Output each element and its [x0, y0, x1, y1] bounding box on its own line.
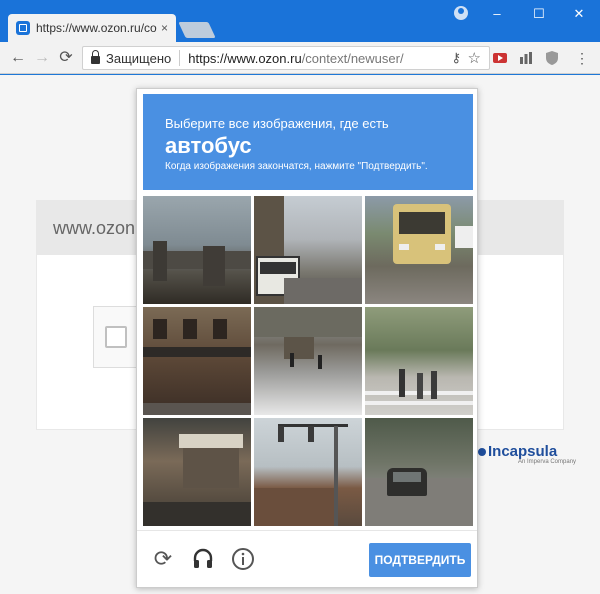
captcha-instruction: Выберите все изображения, где есть	[165, 116, 389, 131]
tab-close-icon[interactable]: ×	[161, 21, 168, 35]
window-titlebar: https://www.ozon.ru/context × – ☐ ✕	[0, 0, 600, 42]
captcha-header: Выберите все изображения, где есть автоб…	[143, 94, 473, 190]
captcha-note: Когда изображения закончатся, нажмите "П…	[165, 161, 428, 172]
captcha-footer: ⟳ ПОДТВЕРДИТЬ	[137, 530, 477, 588]
secure-label: Защищено	[106, 50, 172, 66]
audio-challenge-icon[interactable]	[191, 547, 215, 571]
extension-shield-icon[interactable]	[544, 50, 560, 66]
info-icon[interactable]	[231, 547, 255, 571]
extension-video-icon[interactable]	[492, 50, 508, 66]
captcha-image-grid	[143, 196, 473, 526]
maximize-button[interactable]: ☐	[524, 6, 554, 22]
reload-challenge-icon[interactable]: ⟳	[151, 547, 175, 571]
extension-stats-icon[interactable]	[518, 50, 534, 66]
captcha-tile-5[interactable]	[254, 307, 362, 415]
new-tab-button[interactable]	[178, 22, 216, 38]
back-icon[interactable]: ←	[8, 48, 28, 68]
favicon-icon	[16, 21, 30, 35]
captcha-tile-2[interactable]	[254, 196, 362, 304]
tab-title: https://www.ozon.ru/context	[36, 21, 157, 35]
minimize-button[interactable]: –	[482, 6, 512, 21]
key-icon[interactable]: ⚷	[451, 50, 461, 66]
browser-toolbar: ← → ⟳ Защищено https://www.ozon.ru/conte…	[0, 42, 600, 74]
address-bar[interactable]: Защищено https://www.ozon.ru/context/new…	[82, 46, 490, 70]
reload-icon[interactable]: ⟳	[56, 48, 76, 68]
captcha-tile-4[interactable]	[143, 307, 251, 415]
lock-icon	[91, 50, 100, 64]
browser-tab[interactable]: https://www.ozon.ru/context ×	[8, 14, 176, 42]
robot-checkbox[interactable]	[105, 326, 127, 348]
profile-icon[interactable]	[454, 6, 468, 20]
menu-icon[interactable]: ⋮	[572, 48, 592, 68]
captcha-tile-9[interactable]	[365, 418, 473, 526]
captcha-tile-8[interactable]	[254, 418, 362, 526]
captcha-tile-7[interactable]	[143, 418, 251, 526]
url-path: /context/newuser/	[301, 50, 404, 66]
captcha-tile-3[interactable]	[365, 196, 473, 304]
captcha-dialog: Выберите все изображения, где есть автоб…	[136, 88, 478, 588]
url-host: https://www.ozon.ru	[188, 50, 302, 66]
incapsula-logo: Incapsula	[478, 443, 576, 460]
verify-button[interactable]: ПОДТВЕРДИТЬ	[369, 543, 471, 577]
incapsula-badge: Incapsula An Imperva Company	[478, 443, 576, 465]
captcha-tile-6[interactable]	[365, 307, 473, 415]
captcha-tile-1[interactable]	[143, 196, 251, 304]
incapsula-subtitle: An Imperva Company	[518, 459, 577, 465]
forward-icon[interactable]: →	[32, 48, 52, 68]
divider	[179, 50, 181, 66]
bookmark-star-icon[interactable]: ☆	[468, 49, 481, 67]
close-button[interactable]: ✕	[564, 6, 594, 22]
captcha-target-object: автобус	[165, 133, 252, 158]
